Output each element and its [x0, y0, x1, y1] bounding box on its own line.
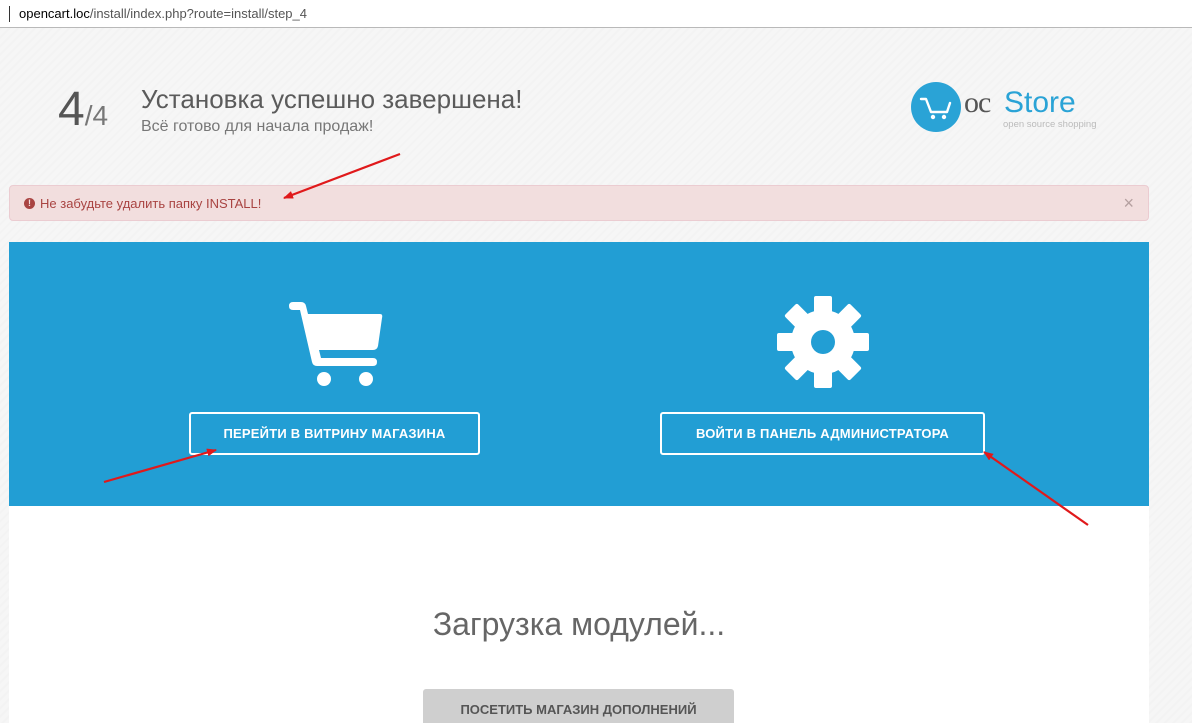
logo-tagline: open source shopping — [1003, 119, 1097, 130]
url-text[interactable]: opencart.loc/install/index.php?route=ins… — [19, 6, 307, 21]
logo-cart-badge — [911, 82, 961, 132]
page-subtitle: Всё готово для начала продаж! — [141, 118, 374, 135]
url-host: opencart.loc — [19, 6, 90, 21]
step-total: /4 — [84, 100, 109, 131]
logo-store-text: Store — [1004, 86, 1076, 119]
step-current: 4 — [58, 83, 85, 136]
page-title: Установка успешно завершена! — [141, 84, 523, 114]
logo-cart-icon — [919, 97, 952, 120]
cart-icon — [289, 302, 383, 386]
close-icon[interactable]: × — [1123, 194, 1134, 212]
go-to-storefront-button[interactable]: ПЕРЕЙТИ В ВИТРИНУ МАГАЗИНА — [189, 412, 480, 455]
modules-section: Загрузка модулей... ПОСЕТИТЬ МАГАЗИН ДОП… — [9, 506, 1149, 723]
logo-oc-text: oc — [964, 86, 991, 119]
alert-message: Не забудьте удалить папку INSTALL! — [40, 195, 262, 211]
visit-addons-store-button[interactable]: ПОСЕТИТЬ МАГАЗИН ДОПОЛНЕНИЙ — [423, 689, 734, 723]
browser-address-bar[interactable]: opencart.loc/install/index.php?route=ins… — [0, 0, 1192, 28]
url-path: /install/index.php?route=install/step_4 — [89, 6, 308, 21]
loading-modules-text: Загрузка модулей... — [432, 606, 726, 642]
exclamation-circle-icon: ! — [24, 197, 35, 209]
ocstore-logo[interactable]: oc Store open source shopping — [911, 82, 1111, 134]
gear-icon — [777, 296, 869, 388]
actions-panel: ПЕРЕЙТИ В ВИТРИНУ МАГАЗИНА ВОЙТИ В ПАНЕЛ… — [9, 242, 1149, 506]
warning-alert: ! Не забудьте удалить папку INSTALL! × — [9, 185, 1149, 221]
text-cursor — [9, 5, 10, 22]
step-indicator: 4/4 — [58, 84, 108, 136]
admin-panel-button[interactable]: ВОЙТИ В ПАНЕЛЬ АДМИНИСТРАТОРА — [660, 412, 985, 455]
